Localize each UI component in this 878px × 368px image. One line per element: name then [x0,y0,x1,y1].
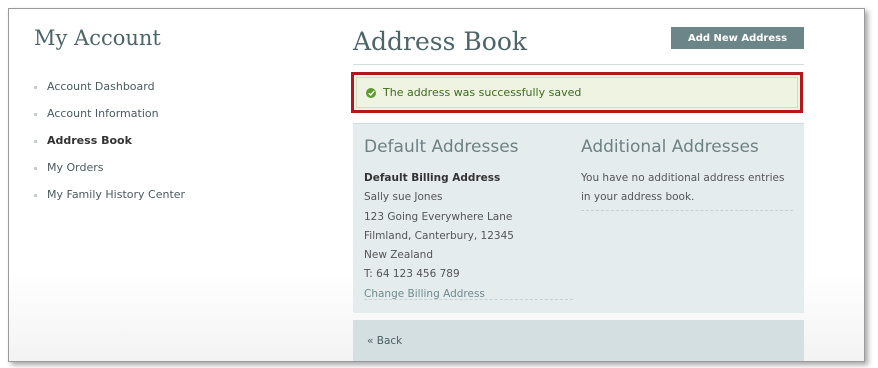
page-title: Address Book [353,27,528,56]
sidebar-item-label[interactable]: My Family History Center [47,187,185,203]
sidebar-item-family-history-center[interactable]: My Family History Center [34,187,185,214]
change-billing-address-link[interactable]: Change Billing Address [364,288,485,300]
success-message: The address was successfully saved [356,77,798,108]
sidebar-item-address-book: Address Book [34,133,185,160]
divider [581,210,793,211]
success-text: The address was successfully saved [383,86,582,99]
sidebar-item-label[interactable]: Account Information [47,106,159,122]
success-message-highlight: The address was successfully saved [351,72,803,113]
bullet-icon [34,113,37,116]
bullet-icon [34,167,37,170]
title-divider [353,64,804,65]
billing-address-heading: Default Billing Address [364,172,501,184]
checkmark-icon [366,87,376,98]
sidebar-item-account-dashboard[interactable]: Account Dashboard [34,79,185,106]
address-country: New Zealand [364,249,433,262]
browser-frame: My Account Account Dashboard Account Inf… [8,8,865,362]
default-addresses-heading: Default Addresses [364,137,519,157]
sidebar-item-account-information[interactable]: Account Information [34,106,185,133]
divider [364,299,573,300]
bullet-icon [34,140,37,143]
default-billing-address: Default Billing Address Sally sue Jones … [364,169,514,304]
sidebar-nav: Account Dashboard Account Information Ad… [34,79,185,214]
sidebar-item-label[interactable]: Account Dashboard [47,79,155,95]
addresses-panel: Default Addresses Default Billing Addres… [353,123,804,313]
sidebar-item-label: Address Book [47,134,132,147]
no-additional-addresses-text: You have no additional address entries i… [581,172,785,204]
bullet-icon [34,194,37,197]
back-link[interactable]: « Back [367,335,402,347]
address-street: 123 Going Everywhere Lane [364,210,513,223]
address-name: Sally sue Jones [364,191,443,204]
back-bar: « Back [353,320,804,361]
additional-addresses-heading: Additional Addresses [581,137,759,157]
sidebar-title: My Account [34,26,161,50]
sidebar-item-my-orders[interactable]: My Orders [34,160,185,187]
add-new-address-button[interactable]: Add New Address [671,27,804,49]
address-phone: T: 64 123 456 789 [364,268,460,281]
address-city: Filmland, Canterbury, 12345 [364,229,514,242]
sidebar-item-label[interactable]: My Orders [47,160,104,176]
bullet-icon [34,86,37,89]
